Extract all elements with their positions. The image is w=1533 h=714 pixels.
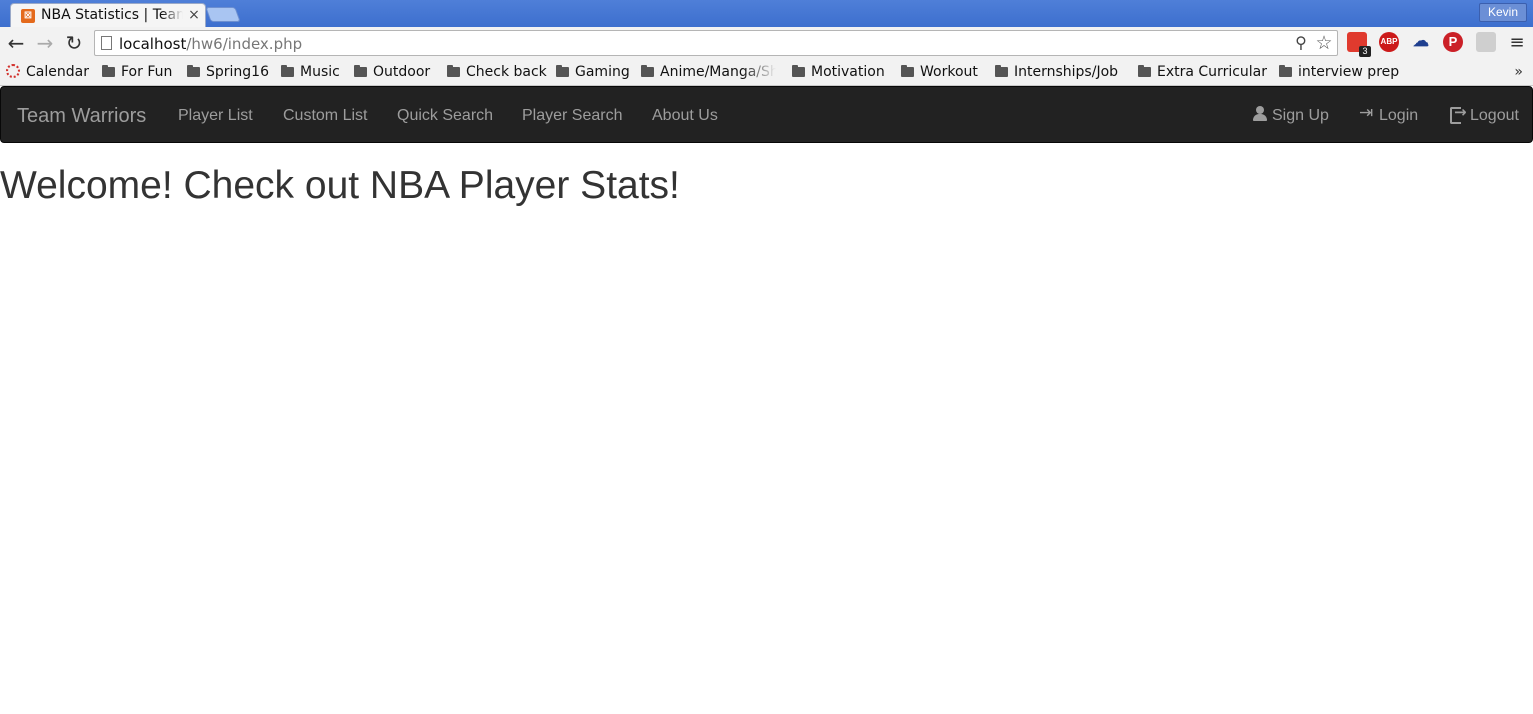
bookmark-label: Check back <box>466 64 547 80</box>
nav-link-logout[interactable]: Logout <box>1450 102 1519 126</box>
address-url[interactable]: localhost/hw6/index.php <box>119 34 302 54</box>
folder-icon <box>556 65 569 77</box>
bookmark-label: Motivation <box>811 64 885 80</box>
bookmarks-overflow-icon[interactable]: » <box>1514 63 1523 81</box>
profile-button[interactable]: Kevin <box>1479 3 1527 22</box>
page-heading: Welcome! Check out NBA Player Stats! <box>0 164 680 207</box>
menu-icon[interactable]: ≡ <box>1507 31 1527 55</box>
adblock-plus-icon[interactable]: ABP <box>1379 32 1399 52</box>
bookmark-folder-for-fun[interactable]: For Fun <box>102 62 172 82</box>
bookmark-label: Gaming <box>575 64 630 80</box>
bookmark-folder-music[interactable]: Music <box>281 62 340 82</box>
nav-link-player-list[interactable]: Player List <box>178 106 253 126</box>
url-host: localhost <box>119 35 187 53</box>
folder-icon <box>995 65 1008 77</box>
folder-icon <box>901 65 914 77</box>
nav-link-about-us[interactable]: About Us <box>652 106 718 126</box>
back-icon[interactable]: ← <box>4 31 28 55</box>
cloud-icon[interactable]: ☁ <box>1411 32 1431 52</box>
folder-icon <box>281 65 294 77</box>
site-favicon-icon: ⊠ <box>21 9 35 23</box>
bookmark-folder-interview-prep[interactable]: interview prep <box>1279 62 1399 82</box>
browser-tab-strip: ⊠ NBA Statistics | Team Warriors × Kevin <box>0 0 1533 27</box>
nav-link-custom-list[interactable]: Custom List <box>283 106 367 126</box>
browser-toolbar: ← → ↻ localhost/hw6/index.php ⚲ ☆ 3 ABP … <box>0 27 1533 59</box>
zoom-icon[interactable]: ⚲ <box>1291 33 1311 53</box>
bookmark-folder-motivation[interactable]: Motivation <box>792 62 885 82</box>
bookmark-folder-outdoor[interactable]: Outdoor <box>354 62 430 82</box>
forward-icon[interactable]: → <box>33 31 57 55</box>
bookmark-label: Extra Curricular <box>1157 64 1268 80</box>
bookmark-label: Workout <box>920 64 978 80</box>
todoist-badge: 3 <box>1359 46 1371 57</box>
bookmark-folder-gaming[interactable]: Gaming <box>556 62 630 82</box>
calendar-icon <box>6 64 20 78</box>
bookmark-folder-check-back[interactable]: Check back <box>447 62 547 82</box>
bookmark-label: Calendar <box>26 64 89 80</box>
bookmark-folder-workout[interactable]: Workout <box>901 62 978 82</box>
logout-icon <box>1450 102 1467 124</box>
browser-tab[interactable]: ⊠ NBA Statistics | Team Warriors × <box>10 3 206 27</box>
bookmark-folder-anime-manga[interactable]: Anime/Manga/Sh <box>641 62 776 82</box>
new-tab-button[interactable] <box>205 7 241 22</box>
pinterest-icon[interactable]: P <box>1443 32 1463 52</box>
bookmark-label: Outdoor <box>373 64 431 80</box>
folder-icon <box>1279 65 1292 77</box>
bookmark-label: Spring16 <box>206 64 269 80</box>
bookmark-label: Anime/Manga/Sh <box>660 64 776 80</box>
nav-link-login[interactable]: Login <box>1359 103 1419 126</box>
user-icon <box>1252 106 1268 122</box>
folder-icon <box>641 65 654 77</box>
nav-link-label: Login <box>1379 107 1419 124</box>
page-icon <box>101 36 112 50</box>
close-tab-icon[interactable]: × <box>187 7 201 23</box>
folder-icon <box>1138 65 1151 77</box>
bookmarks-bar: Calendar For Fun Spring16 Music Outdoor … <box>0 59 1533 86</box>
bookmark-label: interview prep <box>1298 64 1400 80</box>
bookmark-label: Internships/Job <box>1014 64 1119 80</box>
nav-link-quick-search[interactable]: Quick Search <box>397 106 493 126</box>
url-path: /hw6/index.php <box>186 35 303 53</box>
bookmark-star-icon[interactable]: ☆ <box>1313 32 1335 54</box>
tab-title: NBA Statistics | Team Warriors <box>41 7 183 23</box>
bookmark-folder-extra-curricular[interactable]: Extra Curricular <box>1138 62 1267 82</box>
folder-icon <box>187 65 200 77</box>
bookmark-folder-internships-job[interactable]: Internships/Job <box>995 62 1118 82</box>
brand-link[interactable]: Team Warriors <box>17 104 146 128</box>
bookmark-folder-spring16[interactable]: Spring16 <box>187 62 269 82</box>
login-icon <box>1359 103 1375 123</box>
nav-link-label: Logout <box>1470 107 1519 124</box>
reload-icon[interactable]: ↻ <box>62 31 86 55</box>
folder-icon <box>354 65 367 77</box>
site-navbar: Team Warriors Player List Custom List Qu… <box>0 86 1533 143</box>
address-bar[interactable]: localhost/hw6/index.php ⚲ ☆ <box>94 30 1338 56</box>
bookmark-label: For Fun <box>121 64 173 80</box>
bookmark-calendar[interactable]: Calendar <box>6 62 89 82</box>
bookmark-label: Music <box>300 64 340 80</box>
nav-link-sign-up[interactable]: Sign Up <box>1252 106 1329 126</box>
nav-link-player-search[interactable]: Player Search <box>522 106 623 126</box>
extension-icon[interactable] <box>1476 32 1496 52</box>
folder-icon <box>102 65 115 77</box>
folder-icon <box>447 65 460 77</box>
nav-link-label: Sign Up <box>1272 107 1329 124</box>
folder-icon <box>792 65 805 77</box>
